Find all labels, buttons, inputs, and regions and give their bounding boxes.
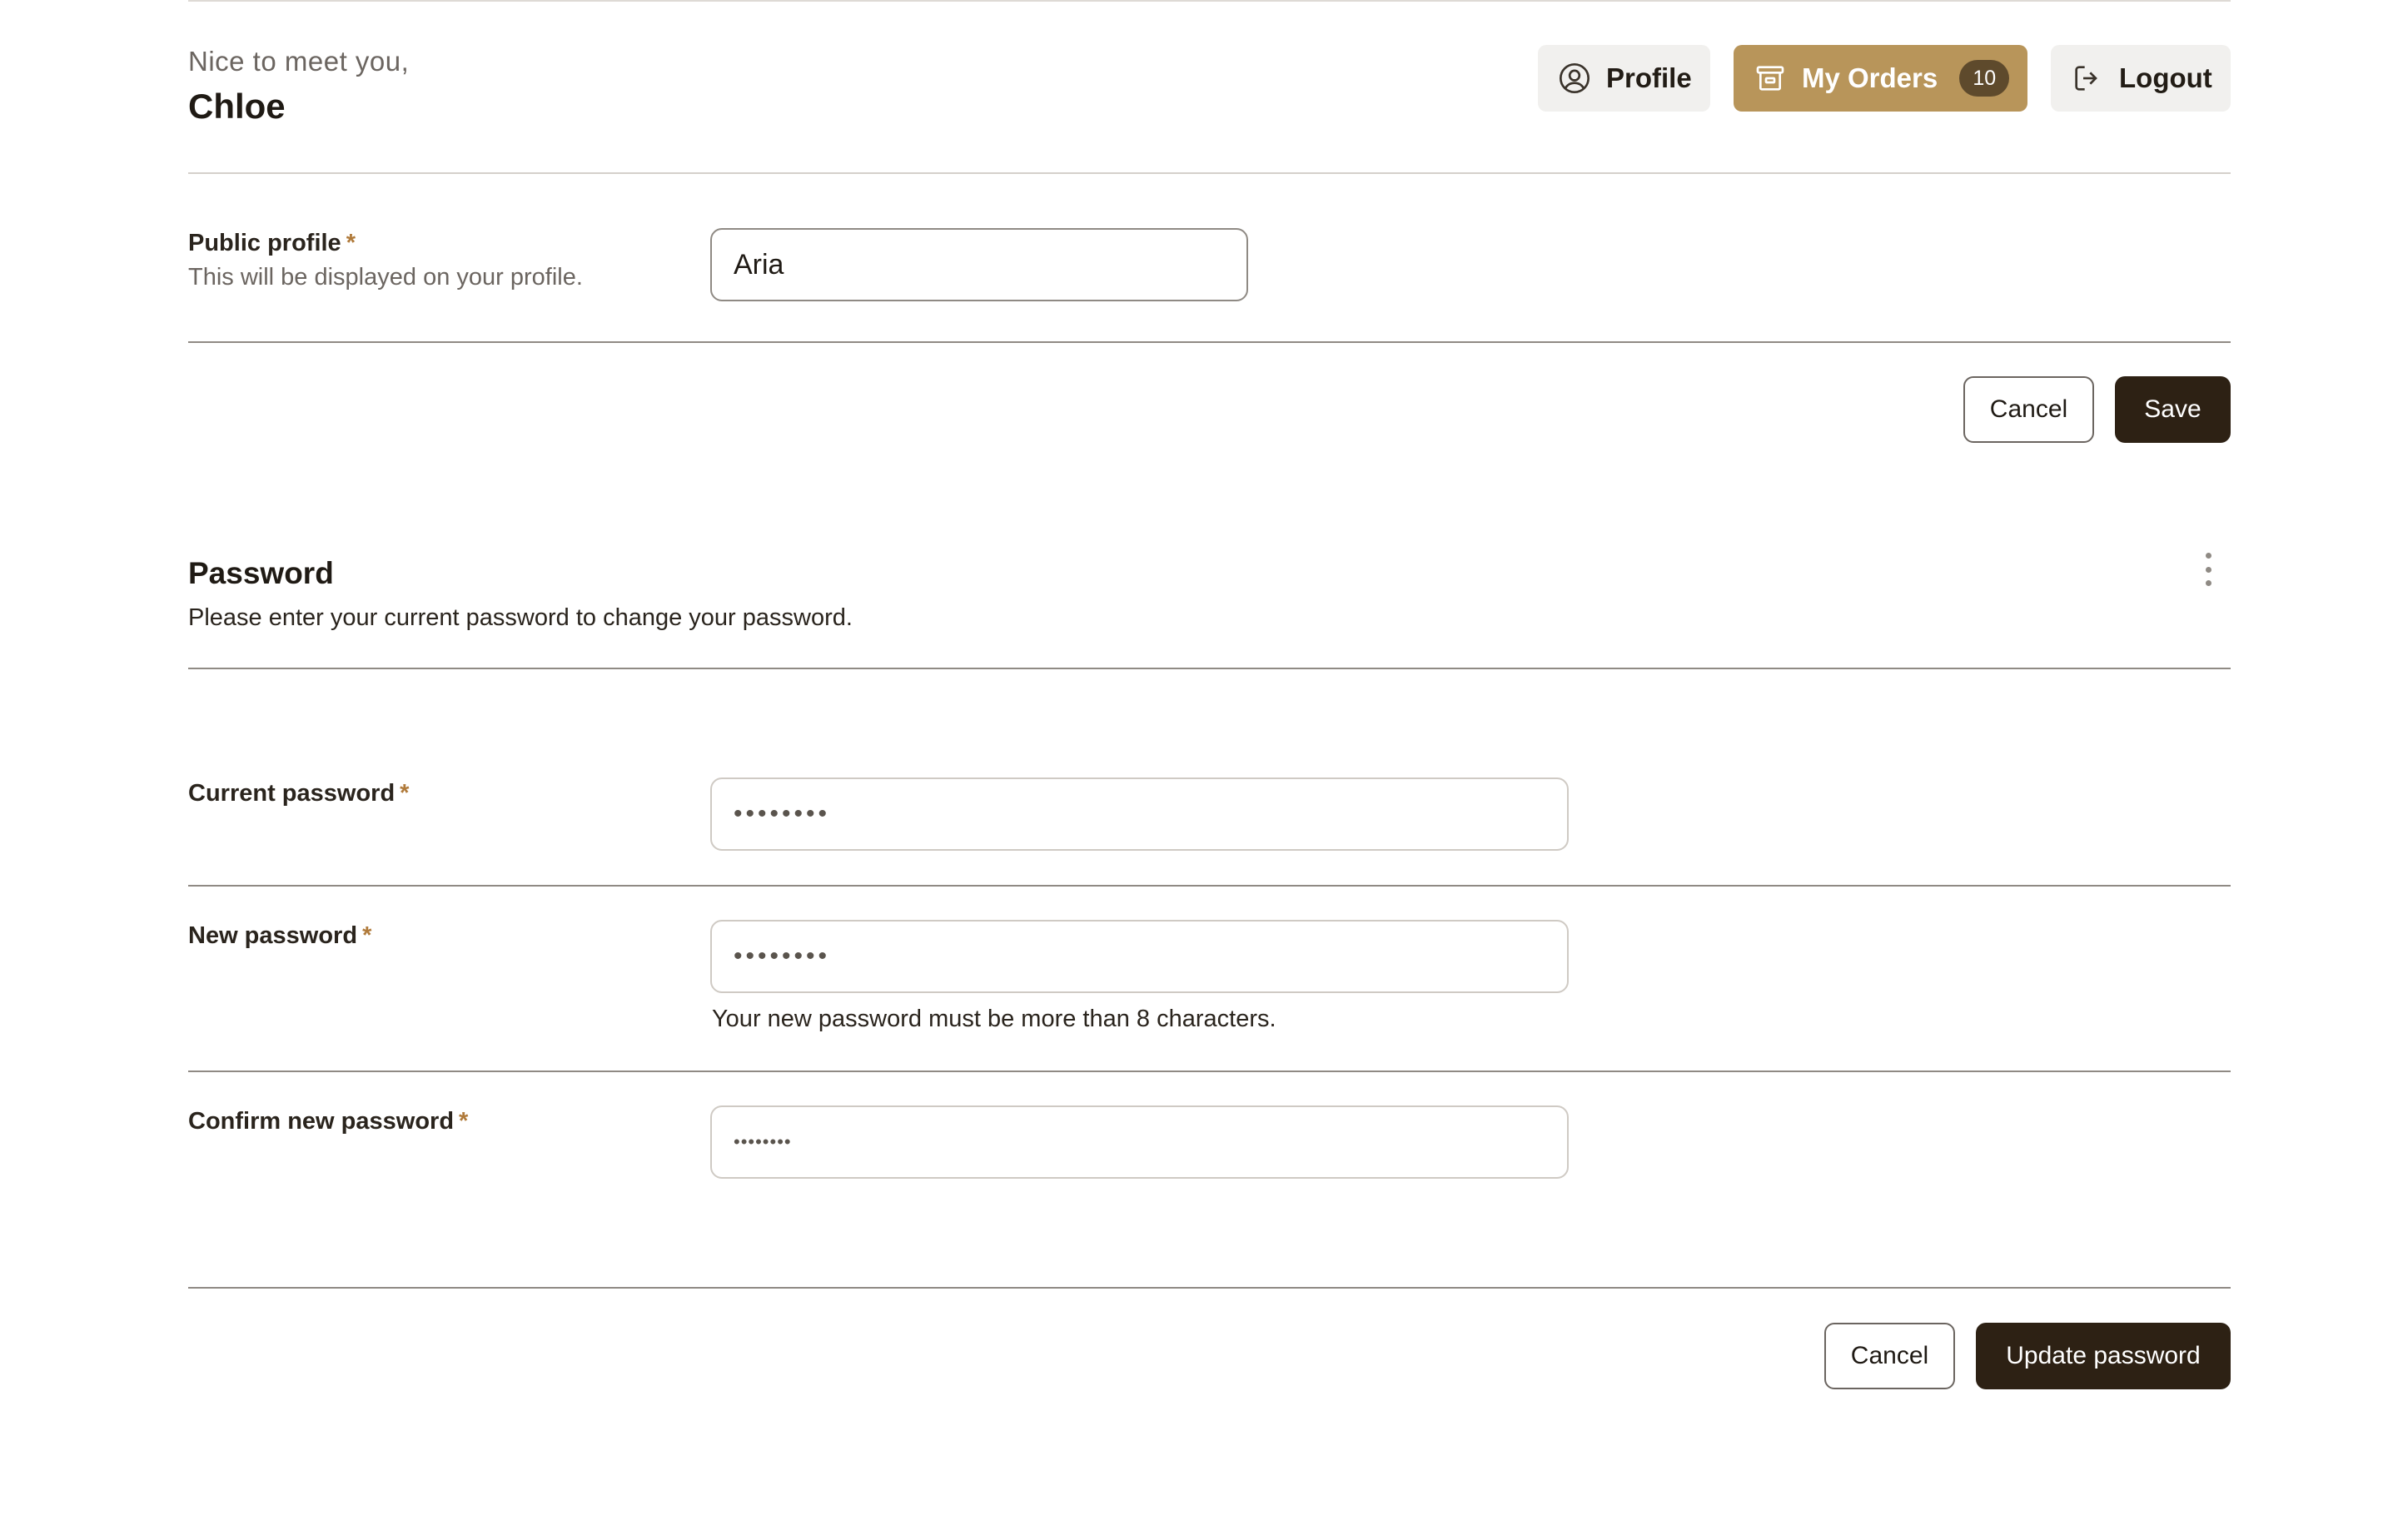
logout-button[interactable]: Logout [2051,45,2231,112]
current-password-label: Current password * [188,780,409,807]
profile-button[interactable]: Profile [1538,45,1710,112]
logout-label: Logout [2119,62,2212,93]
my-orders-button[interactable]: My Orders 10 [1734,45,2027,112]
profile-save-button[interactable]: Save [2115,376,2231,443]
profile-divider [188,341,2231,343]
kebab-menu-icon[interactable] [2198,553,2218,586]
required-mark: * [346,230,356,256]
profile-button-label: Profile [1606,62,1692,93]
new-password-hint: Your new password must be more than 8 ch… [712,1006,1276,1032]
logout-icon [2075,66,2097,91]
new-password-label-text: New password [188,922,358,949]
public-profile-label: Public profile * [188,230,356,257]
header-divider [188,172,2231,174]
user-circle-icon [1560,63,1590,93]
public-profile-input[interactable]: Aria [710,228,1248,301]
required-mark: * [459,1108,469,1135]
password-cancel-button[interactable]: Cancel [1824,1323,1955,1389]
password-footer-divider [188,1287,2231,1289]
password-section-title: Password [188,556,334,590]
password-header-divider [188,668,2231,669]
confirm-password-input[interactable]: •••••••• [710,1105,1569,1179]
current-password-input[interactable]: •••••••• [710,777,1569,851]
password-section-description: Please enter your current password to ch… [188,604,853,631]
confirm-password-label-text: Confirm new password [188,1108,455,1135]
profile-cancel-button[interactable]: Cancel [1963,376,2094,443]
current-password-divider [188,885,2231,887]
orders-count-badge: 10 [1959,60,2010,97]
new-password-label: New password * [188,922,371,950]
new-password-divider [188,1071,2231,1072]
required-mark: * [362,922,372,949]
new-password-input[interactable]: •••••••• [710,920,1569,993]
top-divider [188,0,2231,2]
update-password-button[interactable]: Update password [1976,1323,2231,1389]
public-profile-helper: This will be displayed on your profile. [188,264,583,291]
current-password-label-text: Current password [188,780,396,807]
archive-box-icon [1756,66,1784,91]
user-name: Chloe [188,87,286,126]
confirm-password-label: Confirm new password * [188,1108,468,1135]
my-orders-label: My Orders [1802,62,1938,93]
required-mark: * [400,780,410,807]
greeting-text: Nice to meet you, [188,46,410,77]
public-profile-label-text: Public profile [188,230,341,256]
